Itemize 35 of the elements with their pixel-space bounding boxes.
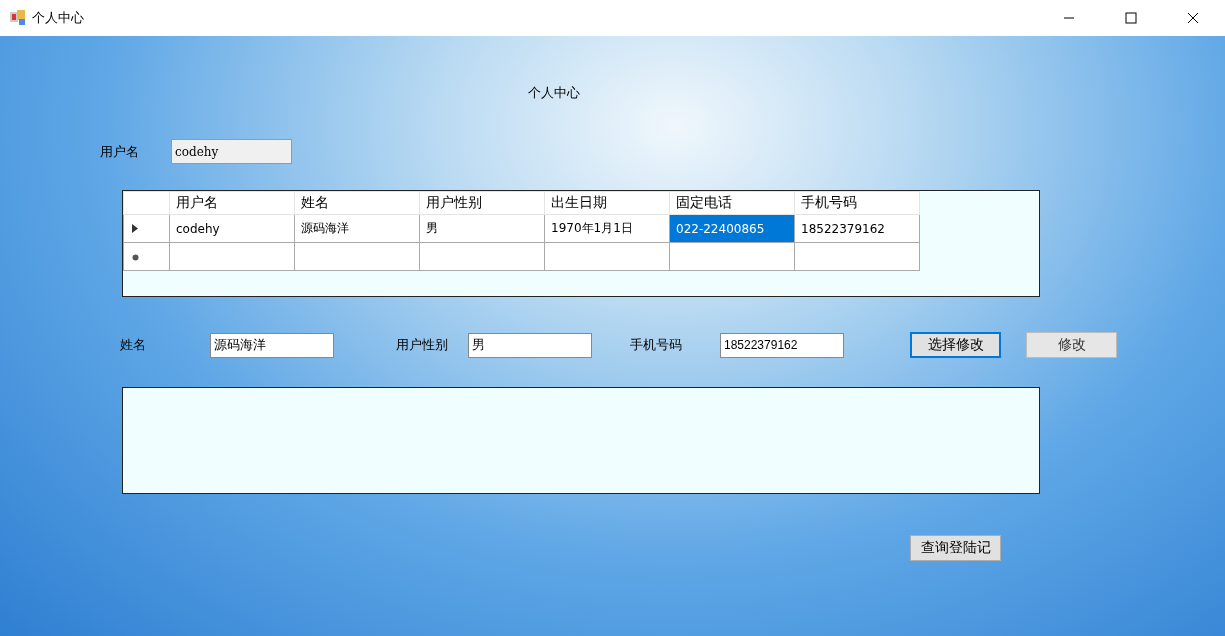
table-cell[interactable] [419, 242, 545, 271]
username-label: 用户名 [100, 142, 140, 161]
maximize-icon[interactable] [1125, 12, 1137, 24]
app-icon [10, 10, 26, 26]
query-button[interactable]: 查询登陆记 [910, 535, 1001, 561]
window-title: 个人中心 [32, 9, 84, 27]
table-cell[interactable] [794, 242, 920, 271]
column-header[interactable]: 固定电话 [669, 191, 795, 215]
input-field[interactable]: 源码海洋 [210, 332, 334, 358]
table-cell[interactable]: codehy [169, 214, 295, 243]
table-cell[interactable]: 022-22400865 [669, 214, 795, 243]
table-cell[interactable]: 源码海洋 [294, 214, 420, 243]
input-field[interactable]: 18522379162 [720, 332, 844, 358]
input-field[interactable]: 男 [468, 332, 592, 358]
page-heading: 个人中心 [528, 84, 581, 102]
close-icon[interactable] [1187, 12, 1199, 24]
table-cell[interactable] [294, 242, 420, 271]
table-cell[interactable]: 男 [419, 214, 545, 243]
table-cell[interactable]: 1970年1月1日 [544, 214, 670, 243]
form-button[interactable]: 选择修改 [910, 332, 1001, 358]
column-header[interactable]: 姓名 [294, 191, 420, 215]
column-header[interactable]: 用户性别 [419, 191, 545, 215]
field-label: 手机号码 [630, 336, 683, 354]
username-field[interactable]: codehy [171, 139, 292, 164]
field-label: 用户性别 [396, 336, 449, 354]
column-header[interactable]: 手机号码 [794, 191, 920, 215]
column-header[interactable]: 出生日期 [544, 191, 670, 215]
table-cell[interactable] [669, 242, 795, 271]
new-row-icon [132, 254, 139, 261]
column-header[interactable]: 用户名 [169, 191, 295, 215]
field-label: 姓名 [120, 336, 147, 354]
table-cell[interactable]: 18522379162 [794, 214, 920, 243]
table-cell[interactable] [169, 242, 295, 271]
current-row-icon [132, 224, 138, 233]
table-cell[interactable] [544, 242, 670, 271]
